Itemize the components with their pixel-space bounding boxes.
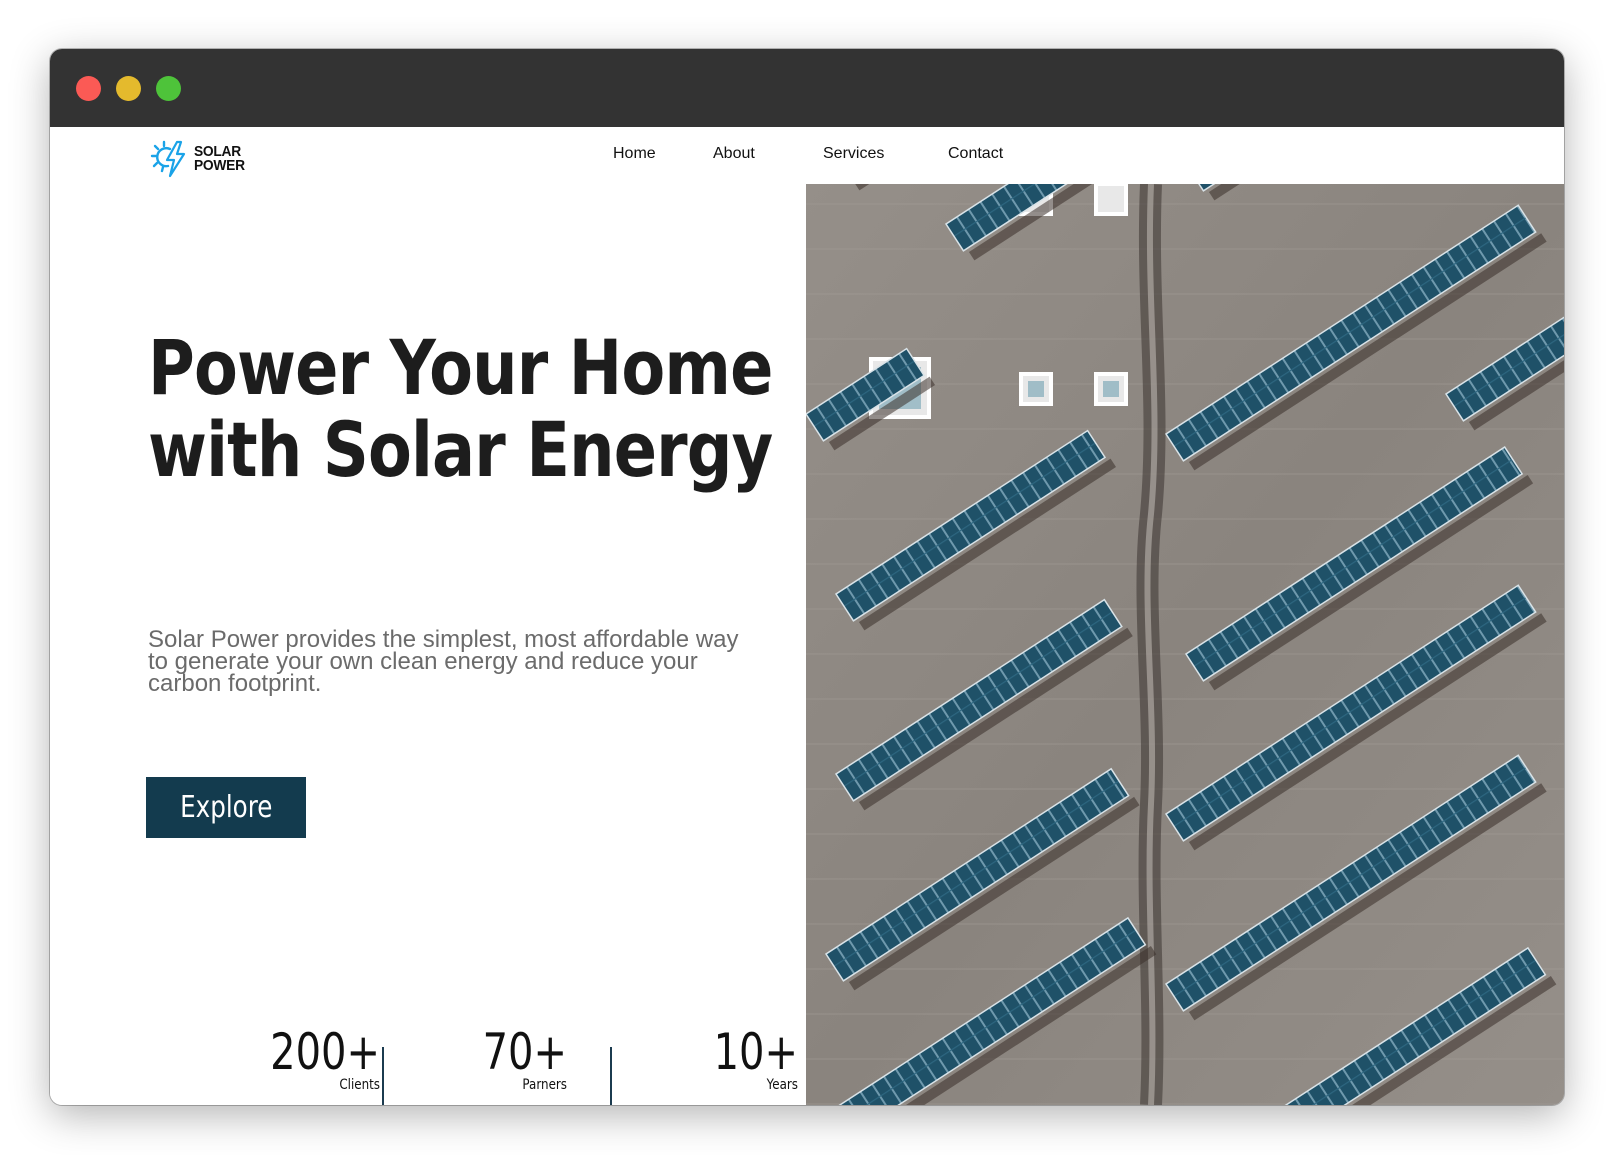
solar-bolt-logo-icon [150, 140, 186, 178]
nav-link-home[interactable]: Home [613, 145, 656, 163]
stat-value: 70+ [482, 1023, 567, 1081]
solar-panels-illustration [806, 184, 1564, 1105]
nav-link-contact[interactable]: Contact [948, 145, 1003, 163]
close-window-button[interactable] [76, 76, 101, 101]
stat-label: Clients [339, 1077, 380, 1093]
stat-divider [382, 1047, 384, 1105]
stat-value: 10+ [713, 1023, 798, 1081]
stat-partners: 70+ Parners [390, 1027, 567, 1097]
explore-button-label: Explore [179, 790, 273, 825]
stat-label: Years [766, 1077, 798, 1093]
hero-subtext: Solar Power provides the simplest, most … [148, 626, 739, 697]
stat-value: 200+ [270, 1023, 380, 1081]
nav-link-services[interactable]: Services [823, 145, 884, 163]
minimize-window-button[interactable] [116, 76, 141, 101]
brand-logo[interactable]: SOLAR POWER [150, 139, 249, 179]
landing-page: SOLAR POWER Home About Services Contact … [50, 127, 1564, 1105]
explore-button[interactable]: Explore [146, 777, 306, 838]
browser-window: SOLAR POWER Home About Services Contact … [50, 49, 1564, 1105]
hero-solar-panels-image [806, 184, 1564, 1105]
window-titlebar [50, 49, 1564, 127]
nav-link-about[interactable]: About [713, 145, 755, 163]
stat-label: Parners [522, 1077, 567, 1093]
hero-headline: Power Your Home with Solar Energy [148, 323, 773, 494]
brand-wordmark: SOLAR POWER [194, 144, 245, 174]
maximize-window-button[interactable] [156, 76, 181, 101]
stat-clients: 200+ Clients [210, 1027, 380, 1097]
stat-years: 10+ Years [610, 1027, 798, 1097]
brand-line-2: POWER [194, 157, 245, 174]
